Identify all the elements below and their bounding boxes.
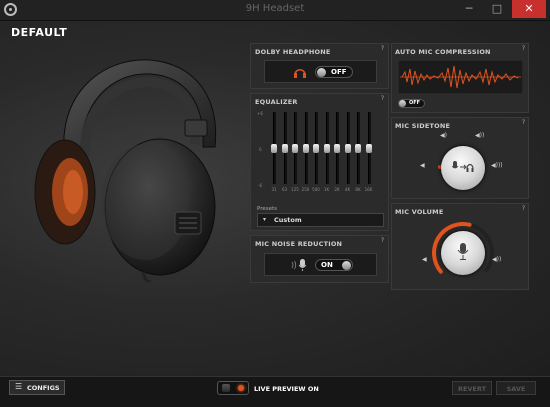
volume-high-icon: ◀)) xyxy=(492,256,502,263)
profile-name: DEFAULT xyxy=(11,26,68,39)
equalizer-panel: EQUALIZER ? +6 0 -6 31 63 125 250 500 1K 2K 4K 8… xyxy=(250,93,389,231)
eq-slider-8K[interactable] xyxy=(355,143,361,153)
mic-sidetone-panel: MIC SIDETONE ? ◀) ◀)) ◀ ◀))) xyxy=(391,117,529,199)
eq-slider-4K[interactable] xyxy=(344,143,351,153)
noise-reduction-title: MIC NOISE REDUCTION xyxy=(255,240,343,248)
db-label-bottom: -6 xyxy=(258,183,262,188)
microphone-icon xyxy=(291,259,307,271)
dolby-panel: DOLBY HEADPHONE ? OFF xyxy=(250,43,389,89)
eq-slider-2K[interactable] xyxy=(334,143,340,153)
noise-reduction-panel: MIC NOISE REDUCTION ? ON xyxy=(250,235,389,283)
auto-mic-help-icon[interactable]: ? xyxy=(520,45,527,52)
configs-label: CONFIGS xyxy=(27,384,60,392)
speaker-max-icon: ◀))) xyxy=(491,162,503,169)
configs-button[interactable]: ☰ CONFIGS xyxy=(9,380,65,395)
auto-mic-compression-panel: AUTO MIC COMPRESSION ? OFF xyxy=(391,43,529,113)
noise-reduction-toggle-label: ON xyxy=(321,261,333,269)
eq-slider-1K[interactable] xyxy=(323,143,330,153)
dolby-title: DOLBY HEADPHONE xyxy=(255,48,331,56)
equalizer-help-icon[interactable]: ? xyxy=(379,95,386,102)
close-button[interactable]: ✕ xyxy=(512,0,546,18)
noise-reduction-toggle[interactable]: ON xyxy=(315,259,353,271)
presets-label: Presets xyxy=(257,206,278,212)
auto-mic-toggle[interactable]: OFF xyxy=(398,99,425,108)
revert-button[interactable]: REVERT xyxy=(452,381,492,395)
presets-dropdown[interactable]: ▾ Custom xyxy=(257,213,384,227)
headset-image xyxy=(34,59,217,282)
volume-low-icon: ◀ xyxy=(422,256,427,263)
eq-slider-125[interactable] xyxy=(292,143,298,153)
eq-band-label: 16K xyxy=(364,187,373,192)
presets-value: Custom xyxy=(274,216,302,224)
dolby-toggle-label: OFF xyxy=(331,68,347,76)
db-label-mid: 0 xyxy=(259,147,262,152)
eq-slider-250[interactable] xyxy=(302,143,309,153)
toggle-knob xyxy=(399,100,406,107)
mic-volume-help-icon[interactable]: ? xyxy=(520,205,527,212)
sidetone-knob[interactable] xyxy=(441,146,485,190)
sidetone-icon xyxy=(452,161,474,172)
minimize-button[interactable]: ─ xyxy=(456,0,482,18)
noise-reduction-control: ON xyxy=(264,253,377,276)
mic-volume-knob[interactable] xyxy=(441,231,485,275)
equalizer-title: EQUALIZER xyxy=(255,98,298,106)
speaker-low-icon: ◀) xyxy=(440,132,447,139)
toggle-knob xyxy=(222,384,230,392)
auto-mic-toggle-label: OFF xyxy=(409,100,421,106)
waveform-display xyxy=(398,60,523,94)
auto-mic-title: AUTO MIC COMPRESSION xyxy=(395,48,491,56)
title-bar: 9H Headset ─ □ ✕ xyxy=(0,0,550,21)
toggle-knob xyxy=(342,261,351,270)
live-preview-label: LIVE PREVIEW ON xyxy=(254,385,319,393)
eq-slider-500[interactable] xyxy=(313,143,319,153)
noise-reduction-help-icon[interactable]: ? xyxy=(379,237,386,244)
speaker-min-icon: ◀ xyxy=(420,162,425,169)
eq-slider-16K[interactable] xyxy=(365,143,372,153)
toggle-knob xyxy=(317,68,326,77)
mic-volume-panel: MIC VOLUME ? ◀ ◀)) xyxy=(391,203,529,290)
live-preview-toggle[interactable] xyxy=(217,381,249,395)
save-button[interactable]: SAVE xyxy=(496,381,536,395)
headphone-icon xyxy=(294,69,306,78)
sidetone-help-icon[interactable]: ? xyxy=(520,119,527,126)
maximize-button[interactable]: □ xyxy=(484,0,510,18)
dolby-control: OFF xyxy=(264,60,377,83)
eq-slider-63[interactable] xyxy=(281,143,288,153)
live-indicator-icon xyxy=(238,385,244,391)
dolby-help-icon[interactable]: ? xyxy=(379,45,386,52)
sidetone-title: MIC SIDETONE xyxy=(395,122,451,130)
dropdown-arrow-icon: ▾ xyxy=(263,216,267,223)
mic-volume-title: MIC VOLUME xyxy=(395,208,444,216)
eq-slider-31[interactable] xyxy=(271,143,277,153)
dolby-toggle[interactable]: OFF xyxy=(315,66,353,78)
speaker-high-icon: ◀)) xyxy=(475,132,485,139)
db-label-top: +6 xyxy=(257,111,263,116)
menu-icon: ☰ xyxy=(15,382,23,391)
microphone-icon xyxy=(457,243,469,260)
